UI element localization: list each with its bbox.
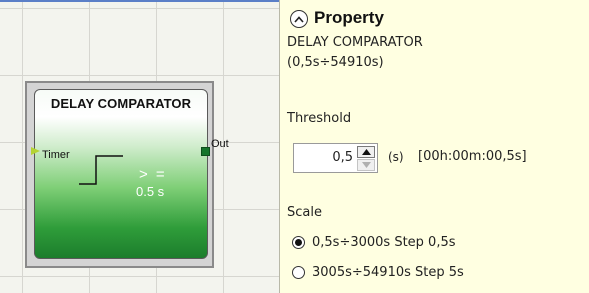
scale-option-1-radio[interactable] [292,236,305,249]
timer-input-port[interactable] [31,147,40,155]
property-title: Property [314,8,384,27]
threshold-time-format: [00h:00m:00,5s] [418,149,527,164]
scale-option-1-label: 0,5s÷3000s Step 0,5s [312,235,456,250]
threshold-value: 0,5 [332,150,353,165]
collapse-button[interactable] [290,10,308,28]
step-signal-icon [79,155,123,185]
component-name: DELAY COMPARATOR [287,35,423,50]
diagram-canvas[interactable]: DELAY COMPARATOR Timer > = 0.5 s Out [0,0,279,293]
scale-option-2[interactable]: 3005s÷54910s Step 5s [292,265,464,280]
threshold-input[interactable]: 0,5 [293,143,378,173]
spin-up-button[interactable] [357,146,375,158]
component-range: (0,5s÷54910s) [287,55,384,70]
triangle-up-icon [361,149,371,155]
delay-comparator-block[interactable]: DELAY COMPARATOR Timer > = 0.5 s Out [31,89,229,259]
block-title: DELAY COMPARATOR [50,96,192,111]
comparison-value: 0.5 s [136,184,165,199]
threshold-unit: (s) [388,150,404,164]
spin-down-button[interactable] [357,159,375,171]
scale-option-2-label: 3005s÷54910s Step 5s [312,265,464,280]
threshold-label: Threshold [287,111,352,126]
scale-option-1[interactable]: 0,5s÷3000s Step 0,5s [292,235,456,250]
output-port[interactable] [201,147,210,156]
scale-label: Scale [287,205,322,220]
chevron-up-icon [294,15,304,23]
property-panel: Property DELAY COMPARATOR (0,5s÷54910s) … [279,0,589,293]
triangle-down-icon [361,162,371,168]
comparison-operator: > = [139,166,167,183]
scale-option-2-radio[interactable] [292,266,305,279]
output-label: Out [211,138,229,150]
canvas-top-border [0,0,279,2]
timer-input-label: Timer [42,149,70,161]
